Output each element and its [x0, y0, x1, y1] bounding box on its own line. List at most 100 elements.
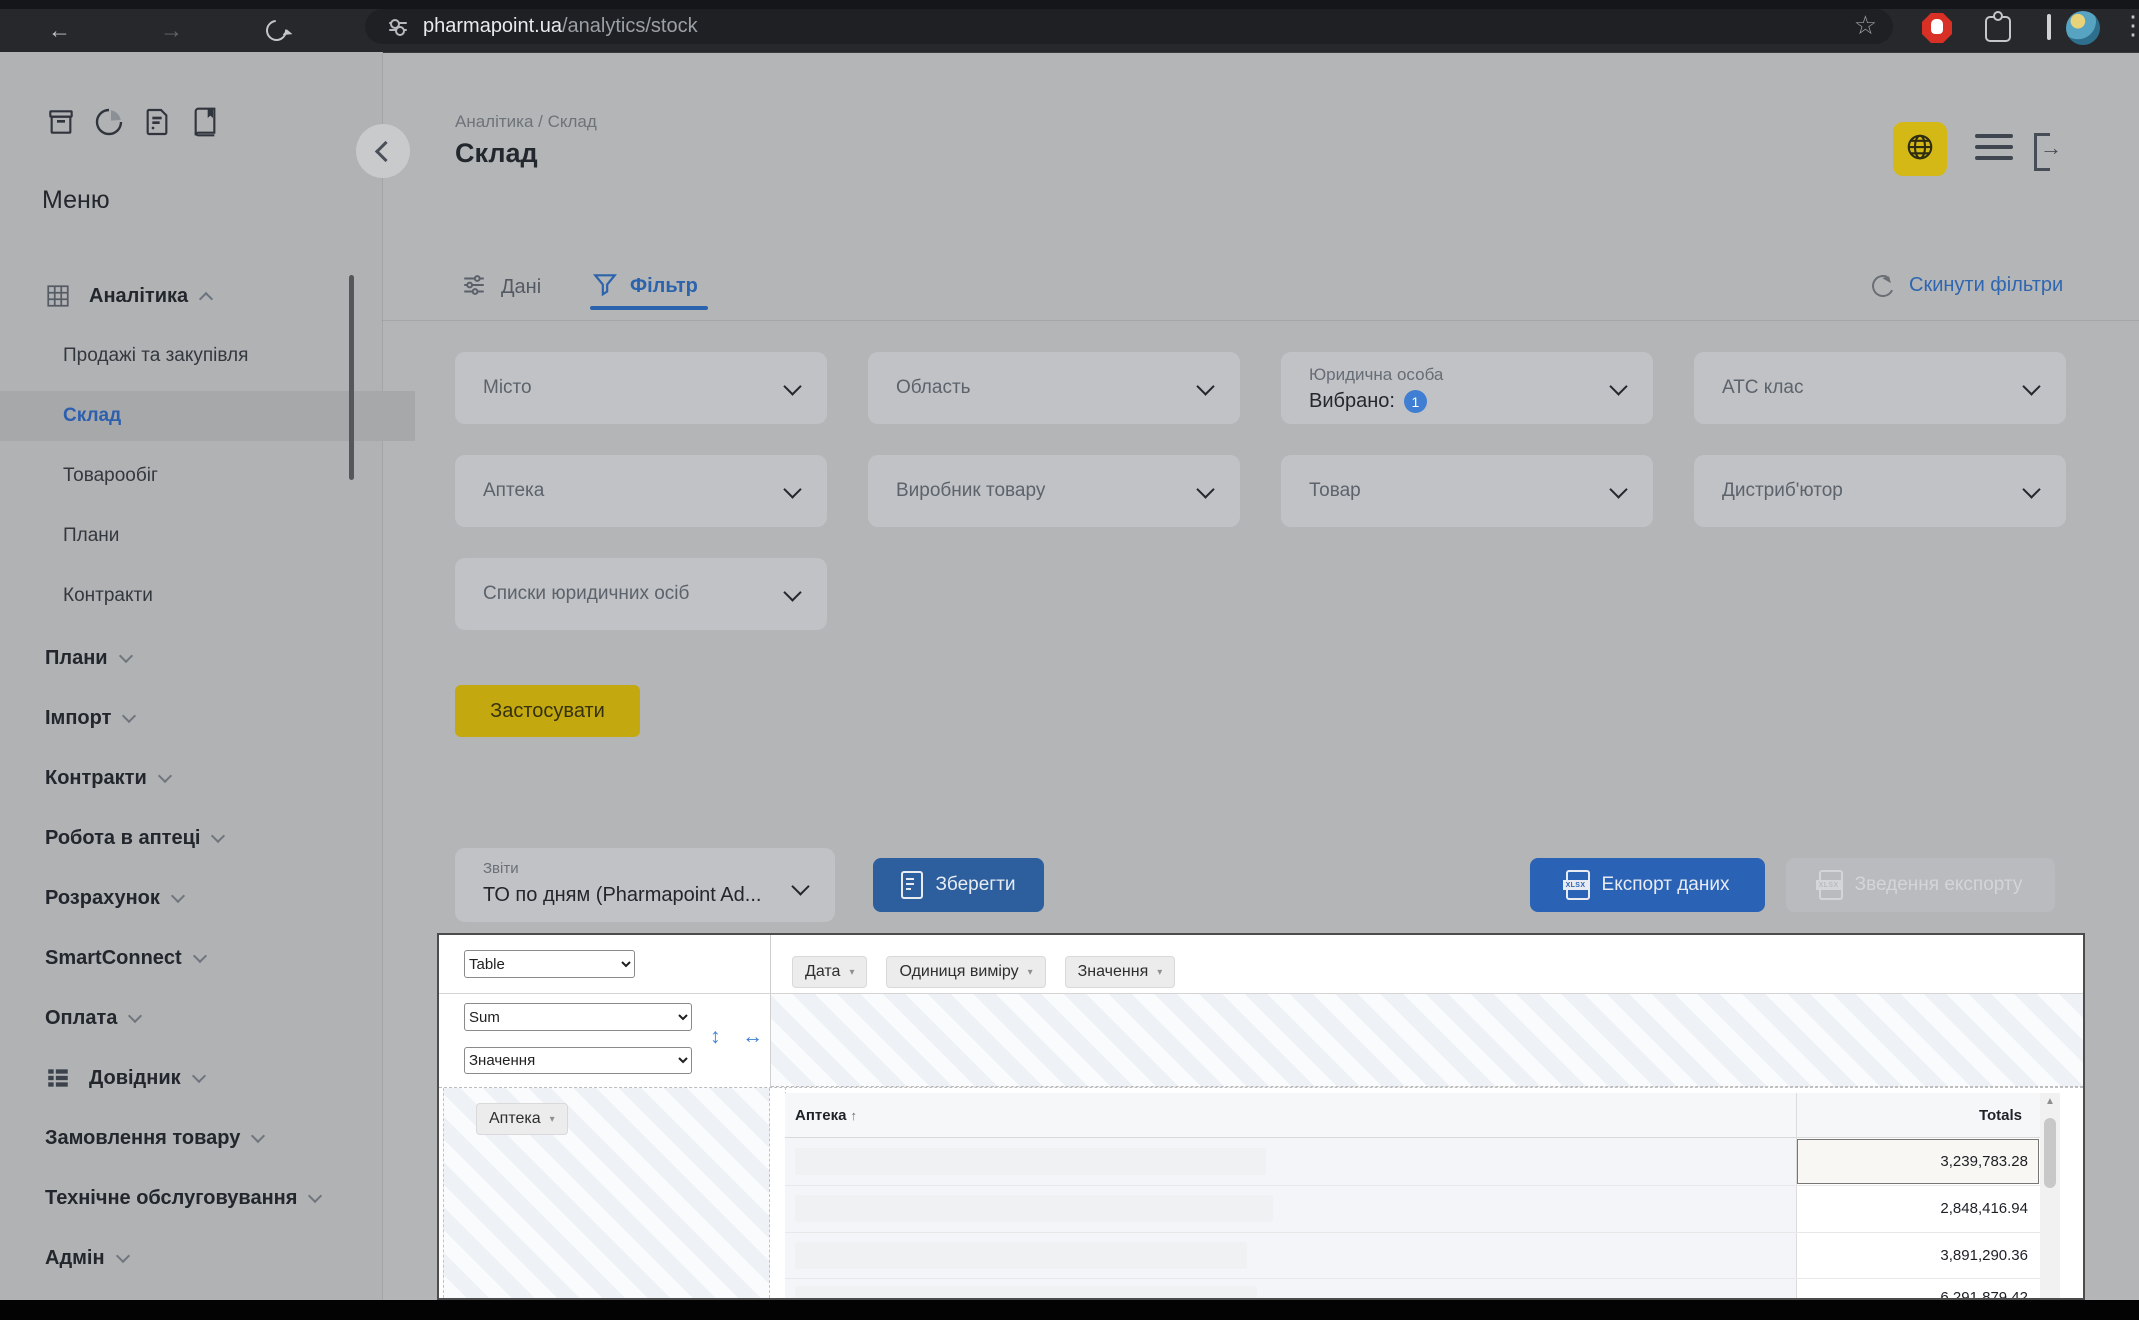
- sidebar-item-contracts-sub[interactable]: Контракти: [0, 576, 415, 616]
- logout-arrow-icon: →: [2040, 135, 2062, 161]
- browser-forward-button[interactable]: →: [160, 9, 183, 52]
- reset-icon: [1869, 271, 1897, 299]
- document-icon[interactable]: [141, 106, 173, 138]
- browser-toolbar: ← → pharmapoint.ua/analytics/stock ☆ ⋮: [0, 0, 2139, 53]
- page-title: Склад: [455, 138, 538, 169]
- chevron-down-icon: [128, 1008, 142, 1022]
- filter-product[interactable]: Товар: [1281, 455, 1653, 527]
- omnibox[interactable]: pharmapoint.ua/analytics/stock ☆: [365, 9, 1893, 44]
- browser-menu-icon[interactable]: ⋮: [2120, 10, 2139, 41]
- sidebar-item-directory[interactable]: Довідник: [0, 1058, 397, 1098]
- apply-button[interactable]: Застосувати: [455, 685, 640, 737]
- triangle-down-icon: ▾: [1028, 967, 1033, 978]
- field-chip-date[interactable]: Дата▾: [792, 956, 867, 988]
- filter-legal-entity-lists[interactable]: Списки юридичних осіб: [455, 558, 827, 630]
- book-icon[interactable]: [189, 106, 221, 138]
- sidebar-item-analytics[interactable]: Аналітика: [0, 276, 397, 316]
- chevron-down-icon: [171, 888, 185, 902]
- tab-filter[interactable]: Фільтр: [592, 270, 698, 303]
- total-value[interactable]: 2,848,416.94: [1796, 1185, 2040, 1232]
- pivot-row-dropzone[interactable]: Аптека▾: [443, 1088, 770, 1298]
- row-header[interactable]: Аптека↑: [795, 1093, 857, 1138]
- browser-reload-button[interactable]: [266, 9, 287, 52]
- chevron-down-icon: [1196, 377, 1214, 395]
- site-info-icon[interactable]: [389, 20, 407, 34]
- total-value[interactable]: 3,891,290.36: [1796, 1232, 2040, 1279]
- tabs-divider: [382, 320, 2139, 321]
- sidebar-item-product-orders[interactable]: Замовлення товару: [0, 1118, 397, 1158]
- sidebar-item-admin[interactable]: Адмін: [0, 1238, 397, 1278]
- sidebar-item-maintenance[interactable]: Технічне обслуговування: [0, 1178, 397, 1218]
- logout-button[interactable]: →: [2034, 133, 2064, 165]
- filter-pharmacy[interactable]: Аптека: [455, 455, 827, 527]
- filter-atc-class[interactable]: АТС клас: [1694, 352, 2066, 424]
- sidebar-item-pharmacy-work[interactable]: Робота в аптеці: [0, 818, 397, 858]
- triangle-down-icon: ▾: [849, 967, 854, 978]
- col-order-arrow[interactable]: ↔: [742, 1025, 763, 1049]
- chevron-down-icon: [783, 480, 801, 498]
- breadcrumb[interactable]: Аналітика / Склад: [455, 112, 597, 132]
- pivot-aggregator-select[interactable]: Sum: [464, 1003, 692, 1031]
- archive-box-icon[interactable]: [45, 106, 77, 138]
- sidebar-item-plans-sub[interactable]: Плани: [0, 516, 415, 556]
- chevron-down-icon: [122, 708, 136, 722]
- field-chip-value[interactable]: Значення▾: [1065, 956, 1176, 988]
- url-path: /analytics/stock: [562, 15, 698, 38]
- bookmark-star-icon[interactable]: ☆: [1854, 10, 1877, 41]
- toolbar-separator: [2047, 14, 2051, 40]
- chevron-down-icon: [119, 648, 133, 662]
- app-menu-button[interactable]: [1975, 134, 2013, 167]
- tab-data[interactable]: Дані: [460, 272, 541, 303]
- chevron-down-icon: [791, 877, 809, 895]
- scrollbar-thumb[interactable]: [2044, 1118, 2056, 1188]
- redacted-pharmacy-name: [795, 1148, 1266, 1175]
- sort-asc-icon: ↑: [850, 1108, 857, 1123]
- pie-chart-icon[interactable]: [93, 106, 125, 138]
- filter-manufacturer[interactable]: Виробник товару: [868, 455, 1240, 527]
- sidebar-scrollbar[interactable]: [349, 275, 354, 480]
- field-chip-pharmacy[interactable]: Аптека▾: [476, 1103, 568, 1135]
- chevron-down-icon: [2022, 377, 2040, 395]
- chevron-down-icon: [1609, 480, 1627, 498]
- browser-tabstrip: [0, 0, 2139, 9]
- sidebar-item-contracts[interactable]: Контракти: [0, 758, 397, 798]
- profile-avatar[interactable]: [2066, 11, 2100, 45]
- xlsx-file-icon: XLSX: [1566, 870, 1590, 900]
- language-globe-button[interactable]: [1893, 122, 1947, 176]
- export-data-button[interactable]: XLSX Експорт даних: [1530, 858, 1765, 912]
- filter-region[interactable]: Область: [868, 352, 1240, 424]
- total-value[interactable]: 3,239,783.28: [1796, 1138, 2040, 1185]
- filter-distributor[interactable]: Дистриб'ютор: [1694, 455, 2066, 527]
- redacted-pharmacy-name: [795, 1286, 1257, 1298]
- reset-filters-button[interactable]: Скинути фільтри: [1872, 274, 2063, 297]
- adblock-extension-icon[interactable]: [1922, 13, 1952, 43]
- save-report-button[interactable]: Зберегти: [873, 858, 1044, 912]
- sidebar-item-payment[interactable]: Оплата: [0, 998, 397, 1038]
- sidebar-item-smartconnect[interactable]: SmartConnect: [0, 938, 397, 978]
- export-summary-button-disabled[interactable]: XLSX Зведення експорту: [1786, 858, 2055, 912]
- sidebar-item-calculation[interactable]: Розрахунок: [0, 878, 397, 918]
- field-chip-unit[interactable]: Одиниця виміру▾: [886, 956, 1045, 988]
- pivot-aggregator-arg-select[interactable]: Значення: [464, 1047, 692, 1074]
- total-value[interactable]: 6,291,879.42: [1796, 1274, 2040, 1300]
- extensions-puzzle-icon[interactable]: [1985, 16, 2011, 42]
- pivot-col-dropzone[interactable]: [771, 994, 2083, 1087]
- reports-select[interactable]: Звіти ТО по дням (Pharmapoint Ad...: [455, 848, 835, 922]
- table-scrollbar[interactable]: ▲: [2040, 1093, 2060, 1298]
- browser-back-button[interactable]: ←: [48, 9, 71, 52]
- filter-city[interactable]: Місто: [455, 352, 827, 424]
- row-order-arrow[interactable]: ↕: [710, 1025, 721, 1049]
- chevron-down-icon: [308, 1188, 322, 1202]
- pivot-col-fields: Дата▾ Одиниця виміру▾ Значення▾: [792, 956, 1175, 988]
- chevron-down-icon: [192, 1068, 206, 1082]
- pivot-renderer-select[interactable]: Table: [464, 950, 635, 978]
- scroll-up-arrow-icon[interactable]: ▲: [2040, 1096, 2060, 1107]
- chevron-down-icon: [158, 768, 172, 782]
- filter-legal-entity[interactable]: Юридична особа Вибрано:1: [1281, 352, 1653, 424]
- totals-header: Totals: [1796, 1093, 2032, 1138]
- sidebar-item-import[interactable]: Імпорт: [0, 698, 397, 738]
- chevron-up-icon: [199, 291, 213, 305]
- sidebar-top-icons: [45, 106, 221, 138]
- sidebar-collapse-button[interactable]: [356, 124, 410, 178]
- sidebar-item-plans[interactable]: Плани: [0, 638, 397, 678]
